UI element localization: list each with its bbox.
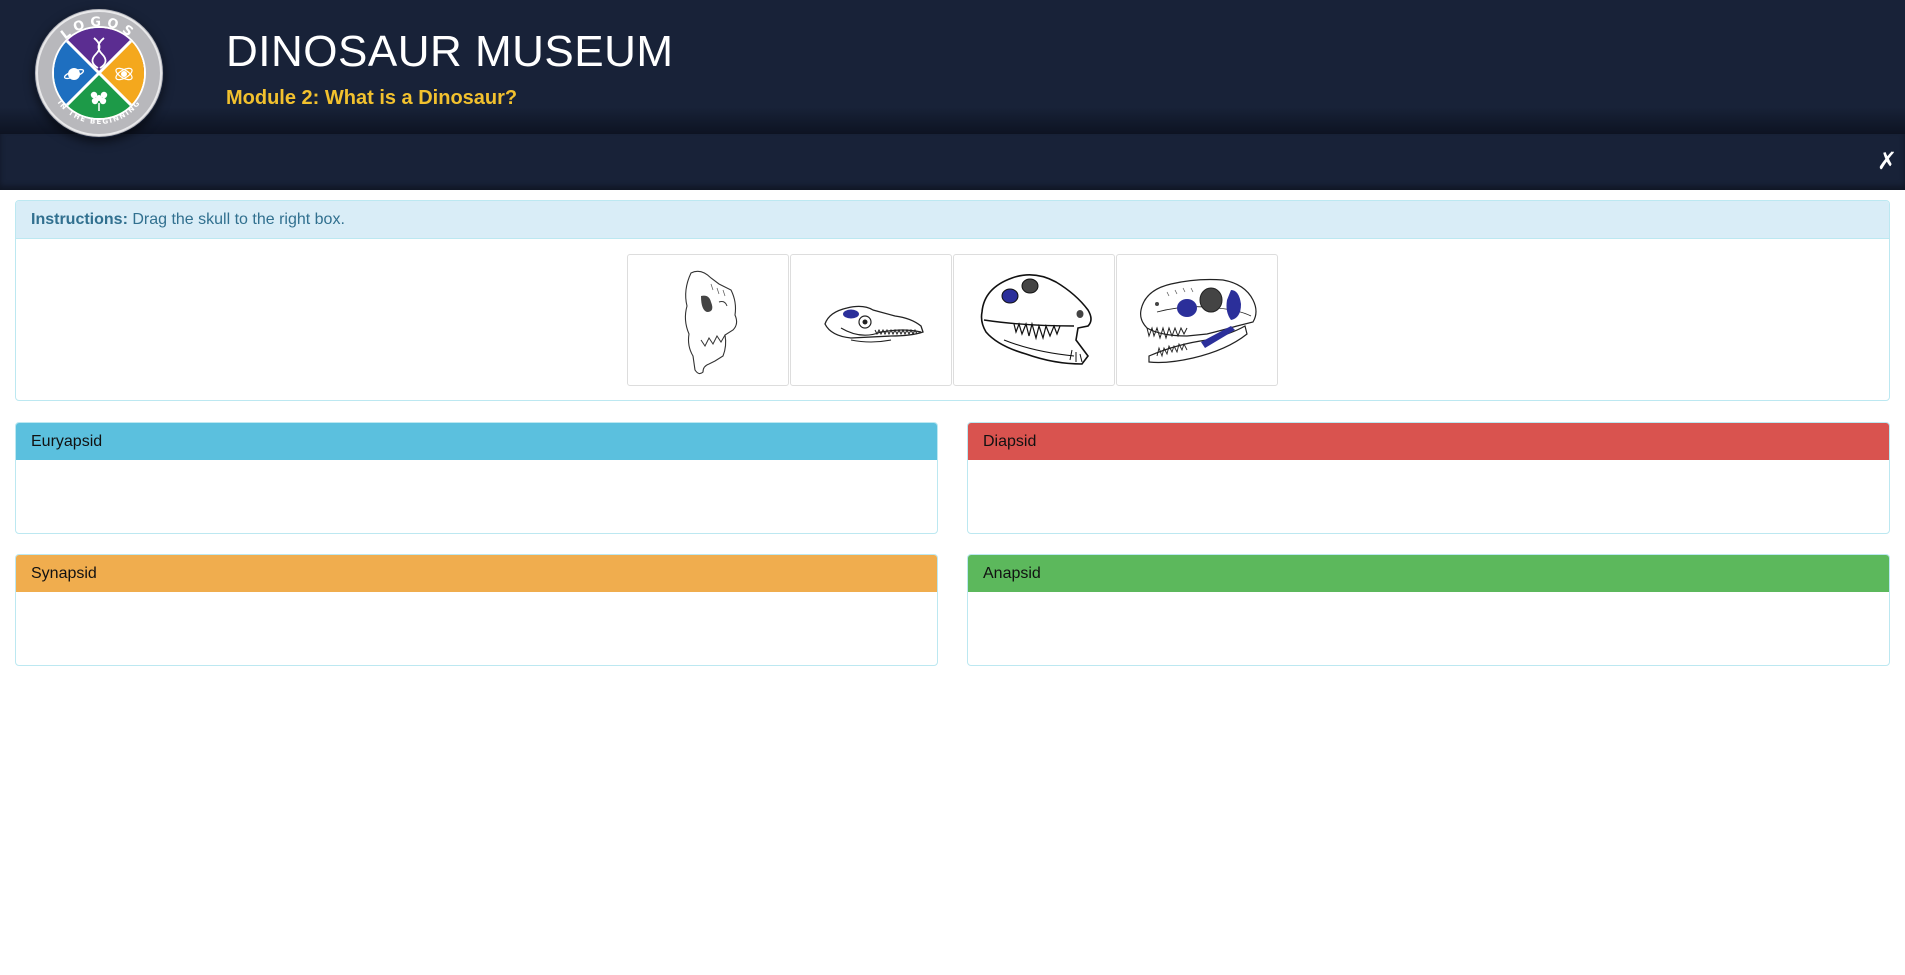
drop-box-heading: Synapsid [16,555,937,592]
skull-upright-icon [684,270,738,375]
skull-card-4[interactable] [1116,254,1278,386]
drop-box-heading: Anapsid [968,555,1889,592]
instructions-heading: Instructions: Drag the skull to the righ… [16,201,1889,239]
logos-badge-icon[interactable]: LOGOS IN THE BEGINNING [34,8,164,138]
drop-zone[interactable] [968,460,1889,532]
top-navbar: ✗ [0,134,1905,190]
close-button[interactable]: ✗ [1875,148,1899,174]
instructions-panel: Instructions: Drag the skull to the righ… [15,200,1890,401]
drop-box-label: Synapsid [31,565,97,582]
page-subtitle: Module 2: What is a Dinosaur? [226,87,518,109]
page-title: DINOSAUR MUSEUM [226,27,674,76]
site-header: LOGOS IN THE BEGINNING DINOSAUR MUSEUM M… [0,0,1905,137]
skull-card-1[interactable] [627,254,789,386]
drop-box-label: Anapsid [983,565,1041,582]
drop-box-synapsid[interactable]: Synapsid [15,554,938,666]
skull-large-icon [980,274,1092,365]
drop-box-heading: Diapsid [968,423,1889,460]
drop-zone[interactable] [968,592,1889,664]
drop-box-heading: Euryapsid [16,423,937,460]
drop-box-euryapsid[interactable]: Euryapsid [15,422,938,534]
instructions-text: Drag the skull to the right box. [127,211,345,228]
skull-tray [16,239,1889,386]
drop-box-label: Euryapsid [31,433,103,450]
instructions-label: Instructions: [31,211,128,228]
drop-box-diapsid[interactable]: Diapsid [967,422,1890,534]
drop-box-label: Diapsid [983,433,1037,450]
drop-box-anapsid[interactable]: Anapsid [967,554,1890,666]
skull-small-icon [824,305,924,343]
skull-card-2[interactable] [790,254,952,386]
drop-zone[interactable] [16,460,937,532]
drop-boxes: Euryapsid Diapsid Synapsid Anapsid [15,422,1890,666]
drop-zone[interactable] [16,592,937,664]
skull-card-3[interactable] [953,254,1115,386]
skull-toothy-icon [1140,278,1257,364]
activity-area: Instructions: Drag the skull to the righ… [15,200,1890,666]
